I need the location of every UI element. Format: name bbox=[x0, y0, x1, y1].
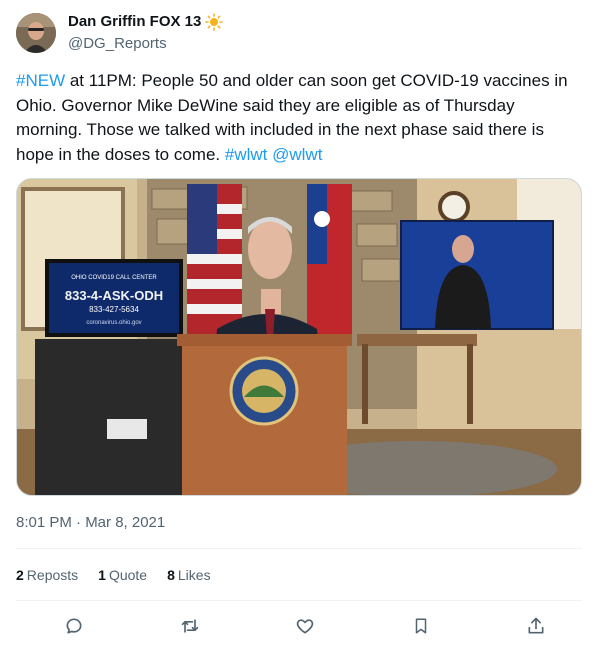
tweet-header: Dan Griffin FOX 13 @DG_Reports bbox=[16, 12, 224, 54]
quotes-count: 1 bbox=[98, 567, 106, 583]
quotes-stat[interactable]: 1 Quote bbox=[98, 567, 147, 583]
tweet-text: #NEW at 11PM: People 50 and older can so… bbox=[16, 69, 576, 167]
sun-icon bbox=[205, 13, 224, 31]
reposts-count: 2 bbox=[16, 567, 24, 583]
tweet-video[interactable]: OHIO COVID19 CALL CENTER 833-4-ASK-ODH 8… bbox=[16, 178, 582, 496]
screen-line2: 833-4-ASK-ODH bbox=[65, 288, 163, 303]
likes-stat[interactable]: 8 Likes bbox=[167, 567, 210, 583]
hashtag-wlwt-link[interactable]: #wlwt bbox=[225, 145, 268, 164]
author-display-name[interactable]: Dan Griffin FOX 13 bbox=[68, 12, 201, 32]
screen-line1: OHIO COVID19 CALL CENTER bbox=[71, 275, 157, 281]
reposts-stat[interactable]: 2 Reposts bbox=[16, 567, 78, 583]
tweet-stats: 2 Reposts 1 Quote 8 Likes bbox=[16, 567, 231, 583]
mention-wlwt-link[interactable]: @wlwt bbox=[272, 145, 322, 164]
likes-label: Likes bbox=[177, 567, 211, 583]
reply-icon[interactable] bbox=[62, 614, 86, 638]
avatar[interactable] bbox=[16, 13, 56, 53]
reposts-label: Reposts bbox=[26, 567, 79, 583]
divider bbox=[16, 600, 582, 601]
like-icon[interactable] bbox=[293, 614, 317, 638]
retweet-icon[interactable] bbox=[178, 614, 202, 638]
bookmark-icon[interactable] bbox=[409, 614, 433, 638]
quotes-label: Quote bbox=[108, 567, 148, 583]
share-icon[interactable] bbox=[524, 614, 548, 638]
divider bbox=[16, 548, 582, 549]
tweet-actions bbox=[62, 614, 548, 638]
author-handle[interactable]: @DG_Reports bbox=[68, 34, 223, 54]
tweet-timestamp[interactable]: 8:01 PM · Mar 8, 2021 bbox=[16, 514, 165, 531]
screen-line3: 833-427-5634 bbox=[89, 305, 139, 314]
likes-count: 8 bbox=[167, 567, 175, 583]
screen-line4: coronavirus.ohio.gov bbox=[86, 320, 141, 326]
hashtag-new-link[interactable]: #NEW bbox=[16, 71, 65, 90]
